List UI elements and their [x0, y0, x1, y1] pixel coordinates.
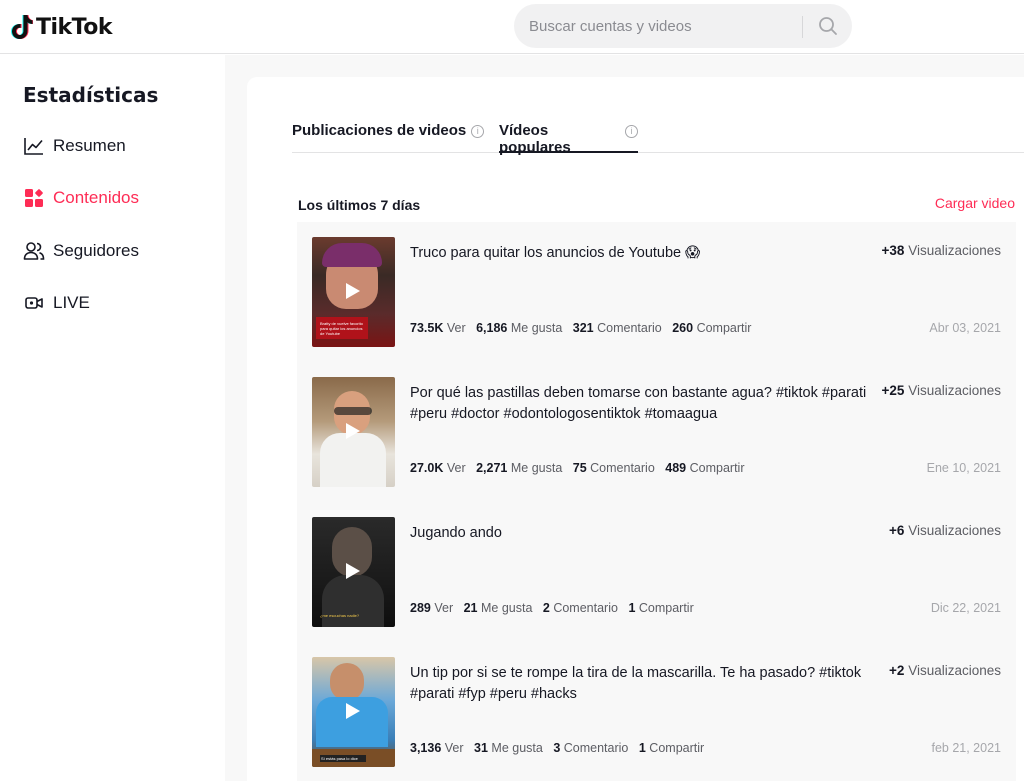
date-range-label: Los últimos 7 días [298, 197, 421, 213]
tab-publicaciones[interactable]: Publicaciones de videos i [292, 122, 485, 153]
play-icon [346, 563, 360, 579]
upload-video-link[interactable]: Cargar video [935, 195, 1015, 211]
video-stats: 73.5K Ver 6,186 Me gusta 321 Comentario … [410, 321, 752, 335]
video-stats: 27.0K Ver 2,271 Me gusta 75 Comentario 4… [410, 461, 745, 475]
video-row[interactable]: Por qué las pastillas deben tomarse con … [297, 362, 1016, 502]
thumbnail-caption: Bratty de vuelve favorito para quitar lo… [320, 321, 363, 336]
sidebar-item-contenidos[interactable]: Contenidos [23, 185, 139, 211]
video-stats: 3,136 Ver 31 Me gusta 3 Comentario 1 Com… [410, 741, 705, 755]
video-row[interactable]: Bratty de vuelve favorito para quitar lo… [297, 222, 1016, 362]
top-header: TikTok [0, 0, 1024, 54]
grid-shapes-icon [23, 187, 45, 209]
tab-label: Publicaciones de videos [292, 122, 467, 139]
video-title: Por qué las pastillas deben tomarse con … [410, 385, 867, 422]
video-thumbnail[interactable]: ¿me escuchas nadie? [312, 517, 395, 627]
tiktok-logo[interactable]: TikTok [11, 11, 113, 43]
thumbnail-caption: Sí estás pasa lo dice [320, 755, 366, 762]
tab-bar: Publicaciones de videos i Vídeos popular… [292, 110, 1024, 156]
sidebar-title: Estadísticas [23, 83, 159, 107]
sidebar-item-label: Contenidos [53, 188, 140, 207]
search-button[interactable] [806, 4, 850, 48]
video-row[interactable]: ¿me escuchas nadie? Jugando ando +6 Visu… [297, 502, 1016, 642]
sidebar-item-label: Seguidores [53, 241, 140, 260]
tab-label: Vídeos populares [499, 122, 571, 156]
info-icon[interactable]: i [625, 125, 638, 138]
tiktok-note-icon [11, 15, 33, 39]
views-delta: +25 Visualizaciones [881, 383, 1001, 398]
search-divider [802, 16, 803, 38]
search-input[interactable] [514, 4, 804, 48]
play-icon [346, 283, 360, 299]
people-icon [23, 240, 45, 262]
analytics-sidebar: Estadísticas Resumen Contenidos Seguidor… [0, 55, 225, 781]
live-camera-icon [23, 292, 45, 314]
publish-date: Ene 10, 2021 [926, 461, 1001, 475]
sidebar-item-resumen[interactable]: Resumen [23, 133, 126, 159]
search-bar [514, 4, 852, 48]
play-icon [346, 423, 360, 439]
video-title: Un tip por si se te rompe la tira de la … [410, 665, 862, 702]
chart-line-icon [23, 135, 45, 157]
publish-date: Dic 22, 2021 [930, 601, 1001, 615]
video-row[interactable]: Sí estás pasa lo dice Un tip por si se t… [297, 642, 1016, 781]
info-icon[interactable]: i [471, 125, 485, 138]
views-delta: +6 Visualizaciones [889, 523, 1001, 538]
thumbnail-caption: ¿me escuchas nadie? [320, 613, 360, 618]
logo-wordmark: TikTok [36, 14, 113, 40]
search-icon [819, 17, 837, 35]
video-stats: 289 Ver 21 Me gusta 2 Comentario 1 Compa… [410, 601, 694, 615]
video-title: Jugando ando [410, 525, 502, 541]
sidebar-item-label: LIVE [53, 293, 90, 312]
sidebar-item-seguidores[interactable]: Seguidores [23, 238, 139, 264]
video-thumbnail[interactable] [312, 377, 395, 487]
tab-videos-populares[interactable]: Vídeos populares i [499, 122, 638, 156]
sidebar-item-live[interactable]: LIVE [23, 290, 90, 316]
views-delta: +2 Visualizaciones [889, 663, 1001, 678]
publish-date: Abr 03, 2021 [929, 321, 1001, 335]
video-title: Truco para quitar los anuncios de Youtub… [410, 245, 701, 261]
popular-videos-list: Bratty de vuelve favorito para quitar lo… [297, 222, 1016, 781]
play-icon [346, 703, 360, 719]
video-thumbnail[interactable]: Sí estás pasa lo dice [312, 657, 395, 767]
publish-date: feb 21, 2021 [931, 741, 1001, 755]
sidebar-item-label: Resumen [53, 136, 126, 155]
views-delta: +38 Visualizaciones [881, 243, 1001, 258]
video-thumbnail[interactable]: Bratty de vuelve favorito para quitar lo… [312, 237, 395, 347]
